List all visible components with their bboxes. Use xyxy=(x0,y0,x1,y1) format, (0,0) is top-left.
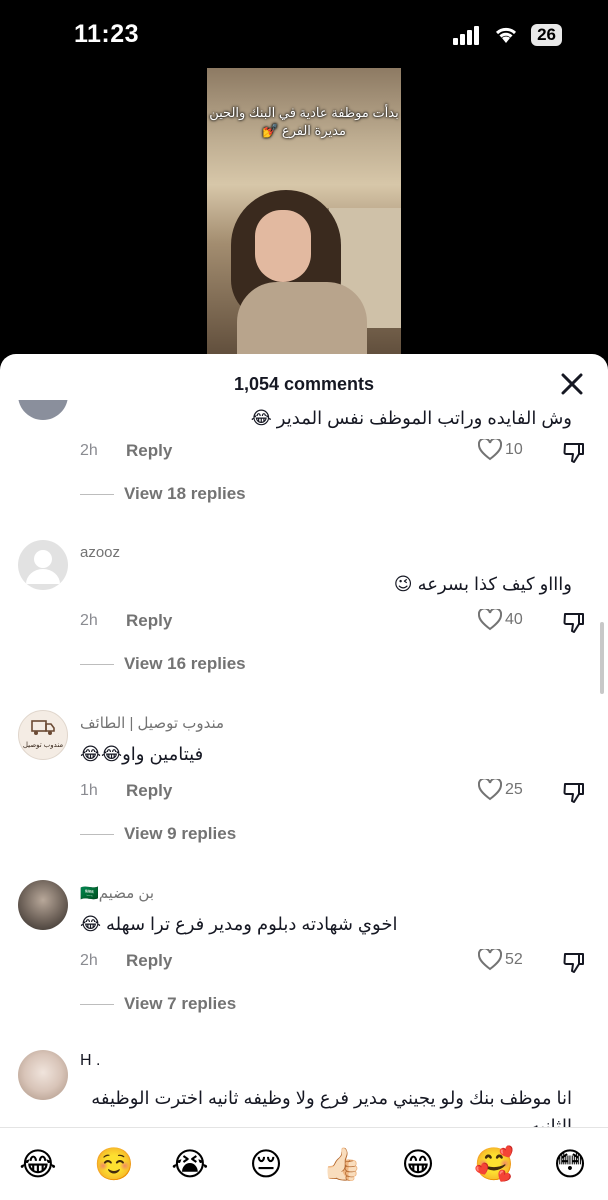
comment-username[interactable]: azooz xyxy=(80,544,120,561)
comment-text: فيتامين واو😂😂 xyxy=(80,744,204,764)
comment-item: مندوب توصيل مندوب توصيل | الطائف فيتامين… xyxy=(0,710,608,880)
comment-time: 2h xyxy=(80,952,98,969)
dislike-icon[interactable] xyxy=(562,950,586,974)
emoji-button[interactable]: 🥰 xyxy=(469,1145,519,1183)
emoji-button[interactable]: 😂 xyxy=(13,1145,63,1183)
comment-item: azooz واااو كيف كذا بسرعه 😉 2h Reply 40 … xyxy=(0,540,608,710)
emoji-button[interactable]: 😳 xyxy=(545,1145,595,1183)
avatar[interactable] xyxy=(18,880,68,930)
emoji-button[interactable]: 😁 xyxy=(393,1145,443,1183)
like-count: 40 xyxy=(505,611,523,628)
like-button[interactable]: 40 xyxy=(478,609,523,631)
view-replies-button[interactable]: View 7 replies xyxy=(80,994,236,1014)
comment-item: بن مضيم🇸🇦 اخوي شهادته دبلوم ومدير فرع تر… xyxy=(0,880,608,1050)
emoji-button[interactable]: ☺️ xyxy=(89,1145,139,1183)
comments-list: وش الفايده وراتب الموظف نفس المدير 😂 2h … xyxy=(0,400,608,1130)
video-player[interactable]: بدأت موظفة عادية في البنك والحين مديرة ا… xyxy=(207,68,401,360)
close-icon[interactable] xyxy=(558,370,586,398)
emoji-quick-bar: 😂 ☺️ 😭 😔 👍🏻 😁 🥰 😳 xyxy=(0,1127,608,1200)
like-button[interactable]: 52 xyxy=(478,949,523,971)
heart-icon xyxy=(478,609,502,631)
like-button[interactable]: 25 xyxy=(478,779,523,801)
emoji-button[interactable]: 😭 xyxy=(165,1145,215,1183)
comment-time: 1h xyxy=(80,782,98,799)
status-time: 11:23 xyxy=(74,20,140,48)
view-replies-button[interactable]: View 16 replies xyxy=(80,654,246,674)
like-button[interactable]: 10 xyxy=(478,439,523,461)
comments-sheet: 1,054 comments وش الفايده وراتب الموظف ن… xyxy=(0,354,608,1200)
default-avatar-icon xyxy=(26,550,60,584)
dislike-icon[interactable] xyxy=(562,440,586,464)
avatar[interactable] xyxy=(18,540,68,590)
reply-button[interactable]: Reply xyxy=(126,951,172,971)
comment-text: انا موظف بنك ولو يجيني مدير فرع ولا وظيف… xyxy=(91,1088,572,1130)
battery-indicator: 26 xyxy=(531,24,562,46)
emoji-button[interactable]: 👍🏻 xyxy=(317,1145,367,1183)
dislike-icon[interactable] xyxy=(562,780,586,804)
reply-button[interactable]: Reply xyxy=(126,441,172,461)
comment-item: وش الفايده وراتب الموظف نفس المدير 😂 2h … xyxy=(0,400,608,530)
like-count: 25 xyxy=(505,781,523,798)
avatar[interactable]: مندوب توصيل xyxy=(18,710,68,760)
comment-username[interactable]: بن مضيم🇸🇦 xyxy=(80,884,154,902)
comments-count-title: 1,054 comments xyxy=(233,374,375,394)
comment-item: H . انا موظف بنك ولو يجيني مدير فرع ولا … xyxy=(0,1050,608,1130)
avatar[interactable] xyxy=(18,1050,68,1100)
comment-time: 2h xyxy=(80,442,98,459)
heart-icon xyxy=(478,949,502,971)
dislike-icon[interactable] xyxy=(562,610,586,634)
signal-icon xyxy=(453,26,480,45)
view-replies-button[interactable]: View 18 replies xyxy=(80,484,246,504)
status-icons: 26 xyxy=(453,24,562,46)
comment-text: واااو كيف كذا بسرعه 😉 xyxy=(393,574,572,594)
avatar[interactable] xyxy=(18,400,68,420)
wifi-icon xyxy=(496,27,517,43)
comment-time: 2h xyxy=(80,612,98,629)
avatar-label: مندوب توصيل xyxy=(22,742,64,749)
like-count: 10 xyxy=(505,441,523,458)
reply-button[interactable]: Reply xyxy=(126,611,172,631)
comment-text: اخوي شهادته دبلوم ومدير فرع ترا سهله 😂 xyxy=(80,914,398,934)
reply-button[interactable]: Reply xyxy=(126,781,172,801)
heart-icon xyxy=(478,439,502,461)
comment-text: وش الفايده وراتب الموظف نفس المدير 😂 xyxy=(250,408,572,428)
like-count: 52 xyxy=(505,951,523,968)
emoji-button[interactable]: 😔 xyxy=(241,1145,291,1183)
comment-username[interactable]: مندوب توصيل | الطائف xyxy=(80,714,224,732)
view-replies-button[interactable]: View 9 replies xyxy=(80,824,236,844)
status-bar: 11:23 26 xyxy=(0,0,608,72)
heart-icon xyxy=(478,779,502,801)
comment-username[interactable]: H . xyxy=(80,1052,100,1070)
video-caption: بدأت موظفة عادية في البنك والحين مديرة ا… xyxy=(209,105,399,138)
